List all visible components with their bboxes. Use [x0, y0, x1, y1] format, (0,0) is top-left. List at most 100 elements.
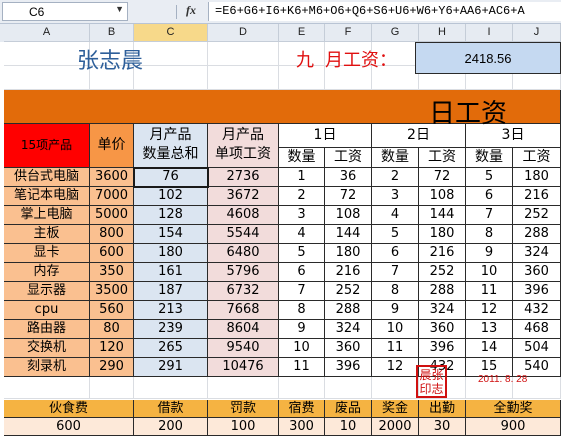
- grid-cell[interactable]: [279, 377, 325, 399]
- table-cell-d2w[interactable]: 216: [419, 244, 466, 263]
- table-cell-total_wage[interactable]: 10476: [208, 358, 279, 377]
- table-cell-d2w[interactable]: 144: [419, 206, 466, 225]
- table-cell-d2w[interactable]: 252: [419, 263, 466, 282]
- table-cell-d1w[interactable]: 216: [325, 263, 372, 282]
- table-cell-total_qty[interactable]: 187: [134, 282, 208, 301]
- formula-input[interactable]: =E6+G6+I6+K6+M6+O6+Q6+S6+U6+W6+Y6+AA6+AC…: [208, 2, 561, 21]
- table-cell-product[interactable]: cpu: [4, 301, 90, 320]
- table-cell-d1w[interactable]: 72: [325, 187, 372, 206]
- footer-label[interactable]: 出勤: [419, 400, 466, 418]
- table-cell-d2q[interactable]: 11: [372, 339, 419, 358]
- table-cell-d2q[interactable]: 3: [372, 187, 419, 206]
- table-cell-d3q[interactable]: 14: [466, 339, 513, 358]
- table-cell-product[interactable]: 交换机: [4, 339, 90, 358]
- header-wage[interactable]: 工资: [325, 148, 372, 168]
- table-cell-price[interactable]: 560: [90, 301, 134, 320]
- table-cell-total_wage[interactable]: 9540: [208, 339, 279, 358]
- table-cell-price[interactable]: 80: [90, 320, 134, 339]
- table-cell-d2w[interactable]: 324: [419, 301, 466, 320]
- header-qty[interactable]: 数量: [372, 148, 419, 168]
- grid-cell[interactable]: [4, 377, 90, 399]
- table-cell-d2w[interactable]: 396: [419, 339, 466, 358]
- footer-value[interactable]: 900: [466, 418, 561, 436]
- table-cell-d1w[interactable]: 108: [325, 206, 372, 225]
- footer-value[interactable]: 300: [279, 418, 325, 436]
- table-cell-d2q[interactable]: 8: [372, 282, 419, 301]
- table-cell-d2q[interactable]: 10: [372, 320, 419, 339]
- table-cell-price[interactable]: 120: [90, 339, 134, 358]
- chevron-down-icon[interactable]: ▼: [115, 4, 124, 14]
- header-day-1[interactable]: 1日: [279, 124, 372, 148]
- salary-value[interactable]: 2418.56: [415, 42, 561, 74]
- header-price[interactable]: 单价: [90, 124, 134, 168]
- table-cell-d3q[interactable]: 9: [466, 244, 513, 263]
- employee-name[interactable]: 张志晨: [30, 42, 190, 82]
- table-cell-d2q[interactable]: 7: [372, 263, 419, 282]
- table-cell-total_qty[interactable]: 291: [134, 358, 208, 377]
- table-cell-total_wage[interactable]: 7668: [208, 301, 279, 320]
- table-cell-d2w[interactable]: 108: [419, 187, 466, 206]
- column-header-d[interactable]: D: [208, 24, 279, 42]
- footer-value[interactable]: 200: [134, 418, 208, 436]
- footer-label[interactable]: 奖金: [372, 400, 419, 418]
- table-cell-d1q[interactable]: 2: [279, 187, 325, 206]
- table-cell-d1q[interactable]: 3: [279, 206, 325, 225]
- table-cell-d3w[interactable]: 180: [513, 168, 561, 187]
- header-monthly-wage[interactable]: 月产品 单项工资: [208, 124, 279, 168]
- header-day-3[interactable]: 3日: [466, 124, 561, 148]
- footer-label[interactable]: 废品: [325, 400, 372, 418]
- table-cell-price[interactable]: 600: [90, 244, 134, 263]
- table-cell-total_qty[interactable]: 102: [134, 187, 208, 206]
- table-cell-price[interactable]: 5000: [90, 206, 134, 225]
- table-cell-d2q[interactable]: 5: [372, 225, 419, 244]
- footer-value[interactable]: 30: [419, 418, 466, 436]
- table-cell-d3w[interactable]: 324: [513, 244, 561, 263]
- table-cell-d2q[interactable]: 6: [372, 244, 419, 263]
- table-cell-total_wage[interactable]: 2736: [208, 168, 279, 187]
- header-wage[interactable]: 工资: [513, 148, 561, 168]
- table-cell-total_wage[interactable]: 5544: [208, 225, 279, 244]
- footer-label[interactable]: 罚款: [208, 400, 279, 418]
- grid-cell[interactable]: [208, 42, 279, 66]
- column-header-e[interactable]: E: [279, 24, 325, 42]
- table-cell-d3q[interactable]: 5: [466, 168, 513, 187]
- table-cell-d2q[interactable]: 4: [372, 206, 419, 225]
- column-header-g[interactable]: G: [372, 24, 419, 42]
- column-header-f[interactable]: F: [325, 24, 372, 42]
- header-qty[interactable]: 数量: [466, 148, 513, 168]
- table-cell-d1w[interactable]: 252: [325, 282, 372, 301]
- column-header-j[interactable]: J: [513, 24, 561, 42]
- footer-value[interactable]: 2000: [372, 418, 419, 436]
- table-cell-total_qty[interactable]: 239: [134, 320, 208, 339]
- header-day-2[interactable]: 2日: [372, 124, 466, 148]
- table-cell-total_qty[interactable]: 154: [134, 225, 208, 244]
- table-cell-d3w[interactable]: 288: [513, 225, 561, 244]
- table-cell-product[interactable]: 显卡: [4, 244, 90, 263]
- table-cell-total_qty[interactable]: 161: [134, 263, 208, 282]
- table-cell-product[interactable]: 刻录机: [4, 358, 90, 377]
- grid-cell[interactable]: [208, 377, 279, 399]
- table-cell-d3q[interactable]: 8: [466, 225, 513, 244]
- column-header-h[interactable]: H: [419, 24, 466, 42]
- table-cell-product[interactable]: 内存: [4, 263, 90, 282]
- column-header-a[interactable]: A: [4, 24, 90, 42]
- table-cell-d1q[interactable]: 5: [279, 244, 325, 263]
- table-cell-price[interactable]: 3600: [90, 168, 134, 187]
- table-cell-d1q[interactable]: 1: [279, 168, 325, 187]
- table-cell-total_wage[interactable]: 4608: [208, 206, 279, 225]
- grid-cell[interactable]: [325, 377, 372, 399]
- footer-label[interactable]: 全勤奖: [466, 400, 561, 418]
- table-cell-total_qty[interactable]: 213: [134, 301, 208, 320]
- grid-cell[interactable]: [134, 377, 208, 399]
- table-cell-d2q[interactable]: 9: [372, 301, 419, 320]
- grid-cell[interactable]: [372, 377, 419, 399]
- table-cell-d2q[interactable]: 2: [372, 168, 419, 187]
- table-cell-d3q[interactable]: 10: [466, 263, 513, 282]
- table-cell-total_wage[interactable]: 3672: [208, 187, 279, 206]
- month-label[interactable]: 九: [290, 46, 320, 76]
- table-cell-d1q[interactable]: 8: [279, 301, 325, 320]
- table-cell-total_qty[interactable]: 76: [134, 168, 208, 187]
- table-cell-d2w[interactable]: 180: [419, 225, 466, 244]
- footer-label[interactable]: 宿费: [279, 400, 325, 418]
- header-wage[interactable]: 工资: [419, 148, 466, 168]
